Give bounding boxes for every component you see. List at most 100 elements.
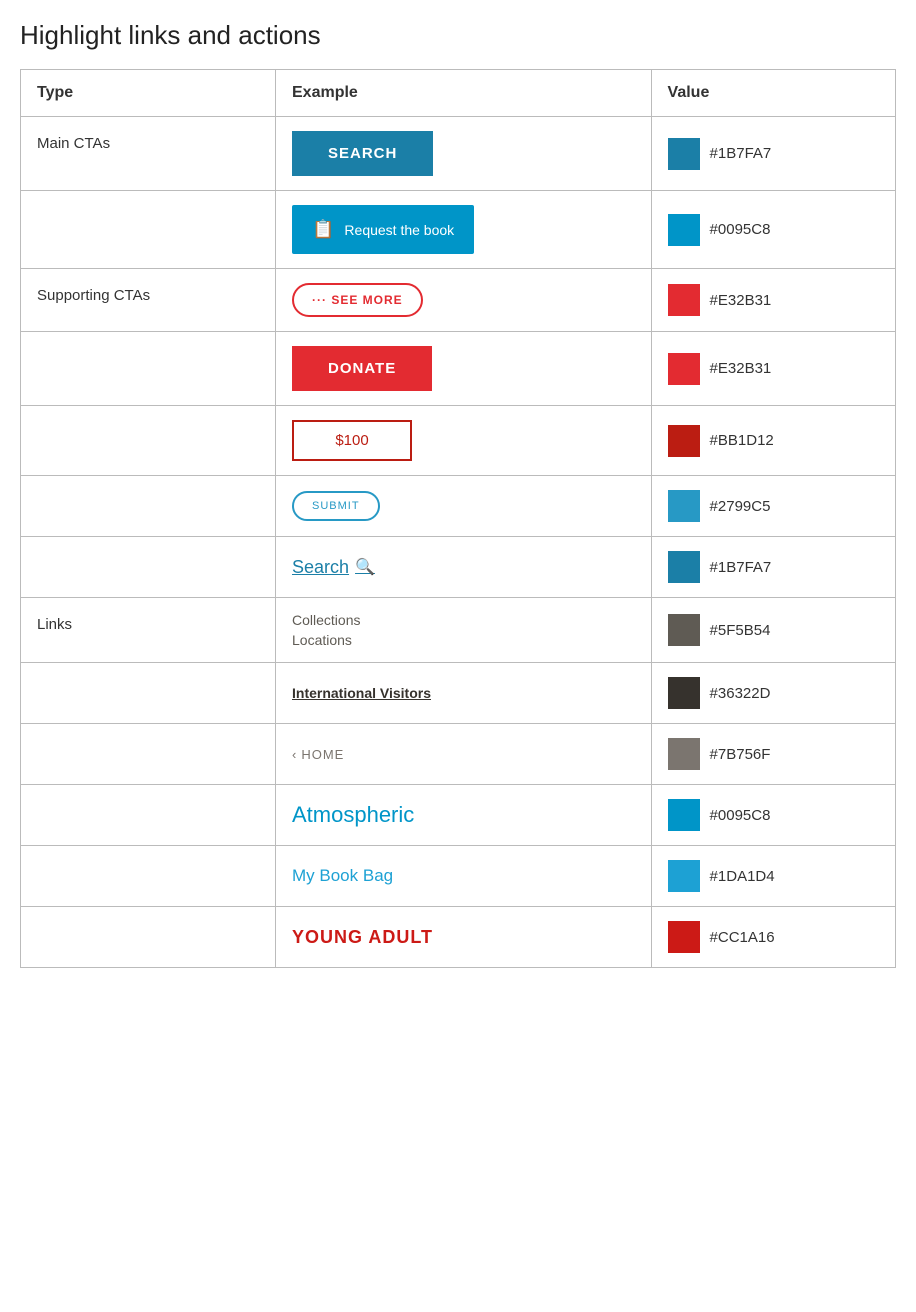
type-links: Links [21,598,276,663]
table-row: Supporting CTAs ··· SEE MORE #E32B31 [21,269,896,332]
value-donate: #E32B31 [651,332,895,406]
type-empty-9 [21,846,276,907]
value-home: #7B756F [651,724,895,785]
example-intl: International Visitors [276,663,652,724]
example-request: 📋 Request the book [276,191,652,269]
nav-links-container: Collections Locations [292,612,635,648]
table-row: YOUNG ADULT #CC1A16 [21,907,896,968]
value-nav-links: #5F5B54 [651,598,895,663]
value-intl: #36322D [651,663,895,724]
color-hex-0095c8: #0095C8 [710,221,771,238]
value-search: #1B7FA7 [651,117,895,191]
table-row: ‹ HOME #7B756F [21,724,896,785]
type-empty-4 [21,476,276,537]
type-empty-8 [21,785,276,846]
color-swatch-2799c5 [668,490,700,522]
locations-link[interactable]: Locations [292,632,635,648]
color-swatch-1da1d4 [668,860,700,892]
table-row: #BB1D12 [21,406,896,476]
home-breadcrumb[interactable]: ‹ HOME [292,747,344,762]
type-empty-1 [21,191,276,269]
search-link[interactable]: Search 🔍 [292,557,375,578]
color-hex-5f5b54: #5F5B54 [710,622,771,639]
table-row: My Book Bag #1DA1D4 [21,846,896,907]
example-young-adult: YOUNG ADULT [276,907,652,968]
type-empty-10 [21,907,276,968]
value-bookbag: #1DA1D4 [651,846,895,907]
example-atmospheric: Atmospheric [276,785,652,846]
young-adult-link[interactable]: YOUNG ADULT [292,927,433,947]
color-hex-1b7fa7: #1B7FA7 [710,145,772,162]
color-swatch-7b756f [668,738,700,770]
color-hex-1da1d4: #1DA1D4 [710,868,775,885]
col-header-value: Value [651,70,895,117]
page-title: Highlight links and actions [20,20,896,51]
type-empty-3 [21,406,276,476]
example-search: SEARCH [276,117,652,191]
search-magnifier-icon: 🔍 [355,557,375,577]
color-swatch-0095c8-2 [668,799,700,831]
example-donate: DONATE [276,332,652,406]
col-header-type: Type [21,70,276,117]
value-submit: #2799C5 [651,476,895,537]
atmospheric-link[interactable]: Atmospheric [292,802,414,827]
chevron-left-icon: ‹ [292,747,297,762]
color-hex-e32b31-2: #E32B31 [710,360,772,377]
example-home: ‹ HOME [276,724,652,785]
col-header-example: Example [276,70,652,117]
value-young-adult: #CC1A16 [651,907,895,968]
book-icon: 📋 [312,219,334,240]
color-swatch-cc1a16 [668,921,700,953]
table-row: Search 🔍 #1B7FA7 [21,537,896,598]
value-dollar: #BB1D12 [651,406,895,476]
color-hex-1b7fa7-2: #1B7FA7 [710,559,772,576]
color-hex-2799c5: #2799C5 [710,498,771,515]
table-row: 📋 Request the book #0095C8 [21,191,896,269]
color-hex-36322d: #36322D [710,685,771,702]
value-see-more: #E32B31 [651,269,895,332]
dollar-input[interactable] [292,420,412,461]
highlight-table: Type Example Value Main CTAs SEARCH #1B7… [20,69,896,968]
my-book-bag-link[interactable]: My Book Bag [292,866,393,885]
value-search-link: #1B7FA7 [651,537,895,598]
donate-button[interactable]: DONATE [292,346,432,391]
color-swatch-e32b31-2 [668,353,700,385]
request-book-button[interactable]: 📋 Request the book [292,205,474,254]
request-book-label: Request the book [344,222,454,238]
color-hex-bb1d12: #BB1D12 [710,432,774,449]
table-row: Main CTAs SEARCH #1B7FA7 [21,117,896,191]
table-row: Atmospheric #0095C8 [21,785,896,846]
type-supporting-ctas: Supporting CTAs [21,269,276,332]
value-atmospheric: #0095C8 [651,785,895,846]
example-see-more: ··· SEE MORE [276,269,652,332]
international-visitors-link[interactable]: International Visitors [292,685,431,701]
color-swatch-1b7fa7 [668,138,700,170]
example-dollar [276,406,652,476]
type-empty-7 [21,724,276,785]
type-empty-2 [21,332,276,406]
color-swatch-5f5b54 [668,614,700,646]
color-hex-7b756f: #7B756F [710,746,771,763]
search-link-label: Search [292,557,349,578]
color-swatch-0095c8 [668,214,700,246]
color-swatch-bb1d12 [668,425,700,457]
color-hex-cc1a16: #CC1A16 [710,929,775,946]
value-request: #0095C8 [651,191,895,269]
type-empty-6 [21,663,276,724]
example-search-link: Search 🔍 [276,537,652,598]
example-bookbag: My Book Bag [276,846,652,907]
color-swatch-1b7fa7-2 [668,551,700,583]
submit-button[interactable]: SUBMIT [292,491,380,521]
search-button[interactable]: SEARCH [292,131,433,176]
collections-link[interactable]: Collections [292,612,635,628]
color-swatch-e32b31-1 [668,284,700,316]
example-nav-links: Collections Locations [276,598,652,663]
table-row: DONATE #E32B31 [21,332,896,406]
example-submit: SUBMIT [276,476,652,537]
see-more-button[interactable]: ··· SEE MORE [292,283,423,317]
table-row: SUBMIT #2799C5 [21,476,896,537]
color-hex-0095c8-2: #0095C8 [710,807,771,824]
table-row: Links Collections Locations #5F5B54 [21,598,896,663]
color-swatch-36322d [668,677,700,709]
color-hex-e32b31-1: #E32B31 [710,292,772,309]
